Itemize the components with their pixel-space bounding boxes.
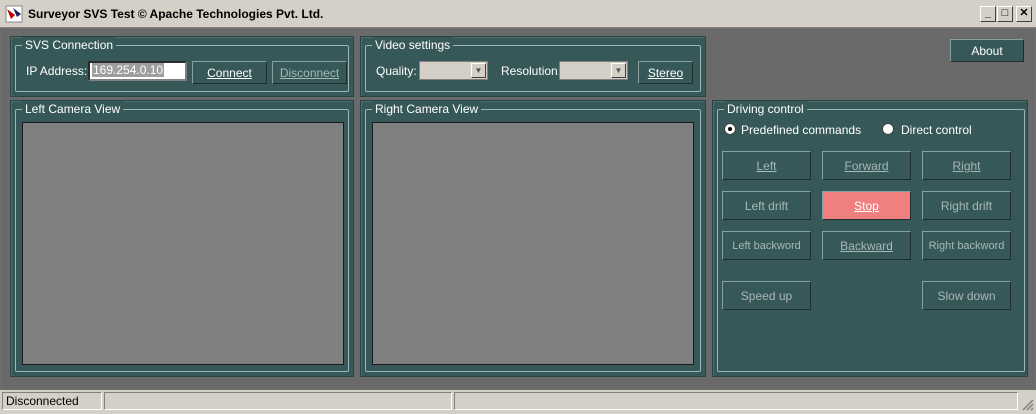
left-camera-panel: Left Camera View bbox=[10, 100, 354, 377]
direct-control-label: Direct control bbox=[901, 123, 972, 137]
maximize-button[interactable]: □ bbox=[997, 6, 1013, 22]
backward-button[interactable]: Backward bbox=[822, 231, 911, 260]
resize-grip-icon[interactable] bbox=[1022, 399, 1034, 411]
connect-button[interactable]: Connect bbox=[192, 61, 267, 84]
right-camera-panel: Right Camera View bbox=[360, 100, 706, 377]
predefined-commands-label: Predefined commands bbox=[741, 123, 862, 137]
svs-connection-panel: SVS Connection IP Address: 169.254.0.10 … bbox=[10, 36, 354, 97]
status-text: Disconnected bbox=[2, 392, 102, 410]
about-button[interactable]: About bbox=[950, 39, 1024, 62]
left-drift-button[interactable]: Left drift bbox=[722, 191, 811, 220]
client-area: SVS Connection IP Address: 169.254.0.10 … bbox=[2, 29, 1034, 389]
left-backward-button[interactable]: Left backword bbox=[722, 231, 811, 260]
right-backward-button[interactable]: Right backword bbox=[922, 231, 1011, 260]
left-camera-view bbox=[22, 122, 344, 365]
right-button[interactable]: Right bbox=[922, 151, 1011, 180]
ip-address-input[interactable]: 169.254.0.10 bbox=[88, 61, 187, 81]
disconnect-button[interactable]: Disconnect bbox=[272, 61, 347, 84]
svs-connection-legend: SVS Connection bbox=[22, 37, 117, 53]
right-drift-button[interactable]: Right drift bbox=[922, 191, 1011, 220]
svs-connection-group: SVS Connection IP Address: 169.254.0.10 … bbox=[15, 37, 349, 92]
status-pane-2 bbox=[104, 392, 452, 410]
stereo-button[interactable]: Stereo bbox=[638, 61, 693, 84]
speed-up-button[interactable]: Speed up bbox=[722, 281, 811, 310]
slow-down-button[interactable]: Slow down bbox=[922, 281, 1011, 310]
title-bar: Surveyor SVS Test © Apache Technologies … bbox=[0, 0, 1036, 28]
left-camera-group: Left Camera View bbox=[15, 101, 349, 372]
left-button[interactable]: Left bbox=[722, 151, 811, 180]
driving-control-legend: Driving control bbox=[724, 101, 807, 117]
video-settings-group: Video settings Quality: ▼ Resolution: ▼ … bbox=[365, 37, 701, 92]
chevron-down-icon[interactable]: ▼ bbox=[471, 63, 486, 78]
chevron-down-icon[interactable]: ▼ bbox=[611, 63, 626, 78]
stop-button[interactable]: Stop bbox=[822, 191, 911, 220]
direct-control-radio[interactable] bbox=[882, 123, 894, 135]
close-button[interactable]: ✕ bbox=[1016, 6, 1032, 22]
app-icon bbox=[5, 5, 23, 23]
forward-button[interactable]: Forward bbox=[822, 151, 911, 180]
quality-select[interactable]: ▼ bbox=[419, 61, 488, 80]
driving-control-group: Driving control Predefined commands Dire… bbox=[717, 101, 1025, 372]
resolution-select[interactable]: ▼ bbox=[559, 61, 628, 80]
right-camera-view bbox=[372, 122, 694, 365]
quality-label: Quality: bbox=[376, 64, 417, 78]
resolution-label: Resolution: bbox=[501, 64, 562, 78]
left-camera-legend: Left Camera View bbox=[22, 101, 124, 117]
minimize-button[interactable]: _ bbox=[980, 6, 996, 22]
ip-address-label: IP Address: bbox=[26, 64, 88, 78]
status-pane-3 bbox=[454, 392, 1018, 410]
ip-address-value: 169.254.0.10 bbox=[92, 63, 165, 77]
right-camera-legend: Right Camera View bbox=[372, 101, 482, 117]
video-settings-panel: Video settings Quality: ▼ Resolution: ▼ … bbox=[360, 36, 706, 97]
window-title: Surveyor SVS Test © Apache Technologies … bbox=[28, 7, 324, 21]
predefined-commands-radio[interactable] bbox=[724, 123, 736, 135]
video-settings-legend: Video settings bbox=[372, 37, 454, 53]
right-camera-group: Right Camera View bbox=[365, 101, 701, 372]
status-bar: Disconnected bbox=[0, 390, 1036, 414]
driving-control-panel: Driving control Predefined commands Dire… bbox=[712, 100, 1028, 377]
